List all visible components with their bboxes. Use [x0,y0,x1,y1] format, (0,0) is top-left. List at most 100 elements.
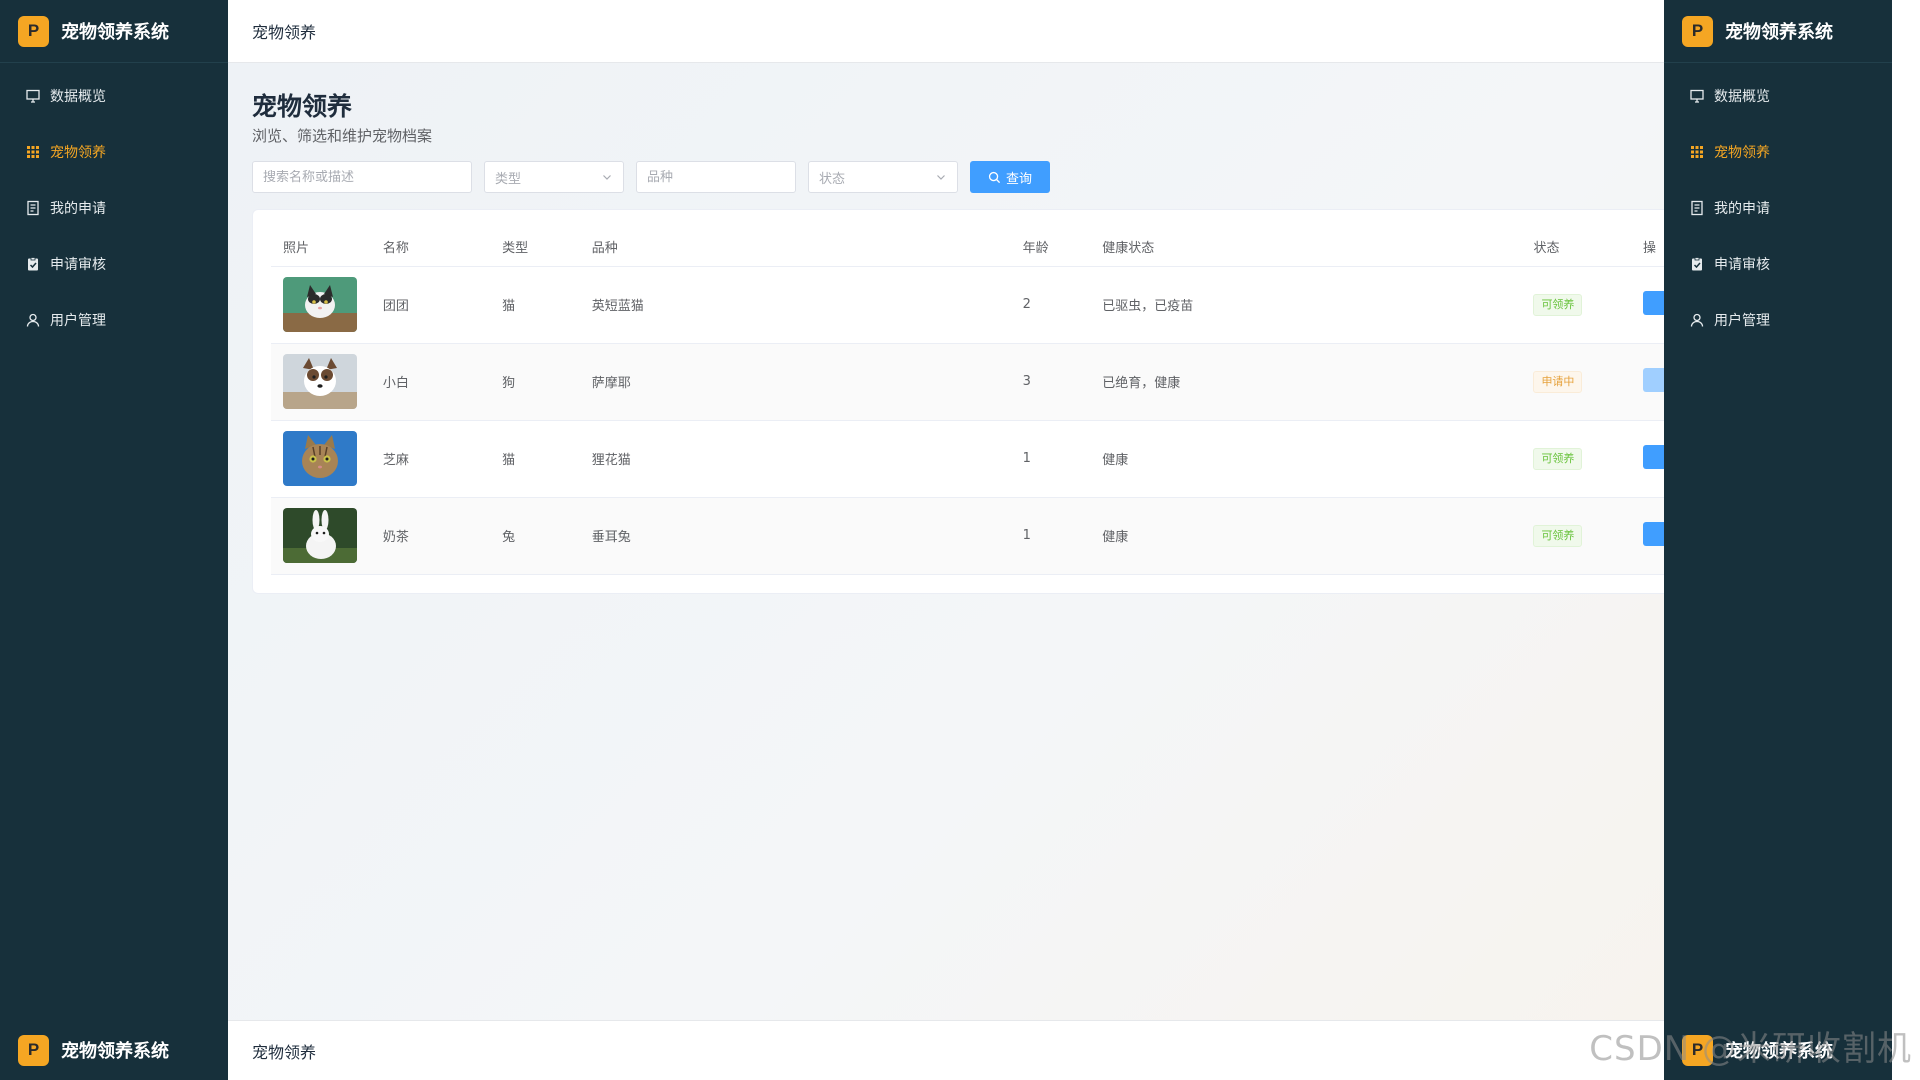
sidebar: P 宠物领养系统 数据概览 宠物领养 我的申请 申请审核 用户管理 [0,0,228,1080]
footer-brand-title: 宠物领养系统 [61,1041,169,1062]
column-header-health: 健康状态 [1090,228,1522,267]
column-header-breed: 品种 [579,228,1011,267]
photo-cell [271,420,371,498]
age-cell: 2 [1010,266,1091,344]
status-badge: 可领养 [1533,293,1583,316]
type-cell: 兔 [490,497,580,575]
status-badge: 申请中 [1533,370,1583,393]
sidebar-item-label: 我的申请 [1714,201,1770,217]
chevron-down-icon [603,175,611,180]
grid-icon [1689,144,1705,160]
type-select-placeholder: 类型 [495,171,522,187]
cat-photo [283,277,357,332]
main-content: 宠物领养 浏览、筛选和维护宠物档案 类型 状态 查询 照片 名称 [228,63,1692,1020]
sidebar-item-pet-adoption[interactable]: 宠物领养 [0,124,228,180]
sidebar-item-my-applications[interactable]: 我的申请 [0,180,228,236]
duplicate-content-edge [1892,0,1920,1080]
table-row: 芝麻 猫 狸花猫 1 健康 可领养 [271,420,1691,498]
sidebar-item-label: 用户管理 [50,313,106,329]
sidebar-item-label: 宠物领养 [1714,145,1770,161]
duplicate-item-overview[interactable]: 数据概览 [1664,68,1920,124]
brand[interactable]: P 宠物领养系统 [0,0,228,63]
column-header-name: 名称 [370,228,491,267]
table-row: 奶茶 兔 垂耳兔 1 健康 可领养 [271,497,1691,575]
duplicate-item-my-applications[interactable]: 我的申请 [1664,180,1920,236]
user-icon [25,312,41,328]
duplicate-sidebar: P 宠物领养系统 数据概览 宠物领养 我的申请 申请审核 用户管理 P 宠物领养… [1664,0,1920,1080]
footer-title: 宠物领养 [252,1042,317,1062]
sidebar-nav: 数据概览 宠物领养 我的申请 申请审核 用户管理 [0,63,228,348]
status-select[interactable]: 状态 [808,161,958,193]
duplicate-item-application-review[interactable]: 申请审核 [1664,236,1920,292]
health-cell: 健康 [1090,497,1522,575]
sidebar-item-label: 用户管理 [1714,313,1770,329]
duplicate-brand[interactable]: P 宠物领养系统 [1664,0,1920,63]
column-header-status: 状态 [1521,228,1632,267]
breed-field[interactable] [636,161,796,193]
rabbit-photo [283,508,357,563]
status-select-placeholder: 状态 [819,171,846,187]
pet-table-card: 照片 名称 类型 品种 年龄 健康状态 状态 操 团团 猫 英短蓝猫 2 已驱虫… [252,209,1692,594]
document-icon [1689,200,1705,216]
duplicate-item-pet-adoption[interactable]: 宠物领养 [1664,124,1920,180]
type-cell: 猫 [490,266,580,344]
logo: P [18,15,49,47]
sidebar-item-application-review[interactable]: 申请审核 [0,236,228,292]
query-button[interactable]: 查询 [970,161,1050,193]
age-cell: 1 [1010,420,1091,498]
photo-cell [271,266,371,344]
pet-table: 照片 名称 类型 品种 年龄 健康状态 状态 操 团团 猫 英短蓝猫 2 已驱虫… [271,228,1691,575]
page-title: 宠物领养 [252,92,353,121]
footer-brand[interactable]: P 宠物领养系统 [0,1020,228,1080]
page-subtitle: 浏览、筛选和维护宠物档案 [252,127,433,145]
footer-title-area: 宠物领养 [228,1020,1664,1080]
status-badge: 可领养 [1533,524,1583,547]
name-cell: 芝麻 [370,420,491,498]
photo-cell [271,497,371,575]
breed-cell: 萨摩耶 [579,343,1011,421]
age-cell: 3 [1010,343,1091,421]
sidebar-item-label: 申请审核 [1714,257,1770,273]
status-cell: 可领养 [1521,420,1632,498]
search-input[interactable] [263,169,461,185]
breed-cell: 英短蓝猫 [579,266,1011,344]
dog-photo [283,354,357,409]
sidebar-item-overview[interactable]: 数据概览 [0,68,228,124]
sidebar-item-label: 数据概览 [1714,89,1770,105]
column-header-photo: 照片 [271,228,371,267]
status-cell: 可领养 [1521,497,1632,575]
table-row: 小白 狗 萨摩耶 3 已绝育，健康 申请中 [271,343,1691,421]
search-field[interactable] [252,161,472,193]
health-cell: 已驱虫，已疫苗 [1090,266,1522,344]
health-cell: 已绝育，健康 [1090,343,1522,421]
type-select[interactable]: 类型 [484,161,624,193]
column-header-age: 年龄 [1010,228,1091,267]
name-cell: 奶茶 [370,497,491,575]
query-button-label: 查询 [1005,171,1032,187]
breed-input[interactable] [647,169,785,185]
status-badge: 可领养 [1533,447,1583,470]
photo-cell [271,343,371,421]
sidebar-item-label: 宠物领养 [50,145,106,161]
age-cell: 1 [1010,497,1091,575]
duplicate-brand-title: 宠物领养系统 [1725,22,1833,43]
duplicate-sidebar-nav: 数据概览 宠物领养 我的申请 申请审核 用户管理 [1664,63,1920,348]
table-row: 团团 猫 英短蓝猫 2 已驱虫，已疫苗 可领养 [271,266,1691,344]
clipboard-check-icon [1689,256,1705,272]
name-cell: 小白 [370,343,491,421]
status-cell: 可领养 [1521,266,1632,344]
filter-bar: 类型 状态 查询 [252,161,1050,193]
status-cell: 申请中 [1521,343,1632,421]
name-cell: 团团 [370,266,491,344]
breed-cell: 狸花猫 [579,420,1011,498]
top-header: 宠物领养 [228,0,1664,63]
duplicate-item-user-management[interactable]: 用户管理 [1664,292,1920,348]
brand-title: 宠物领养系统 [61,22,169,43]
column-header-type: 类型 [490,228,580,267]
clipboard-check-icon [25,256,41,272]
user-icon [1689,312,1705,328]
watermark: CSDN @米研收割机 [1589,1029,1912,1069]
monitor-icon [1689,88,1705,104]
table-header-row: 照片 名称 类型 品种 年龄 健康状态 状态 操 [271,228,1691,267]
sidebar-item-user-management[interactable]: 用户管理 [0,292,228,348]
